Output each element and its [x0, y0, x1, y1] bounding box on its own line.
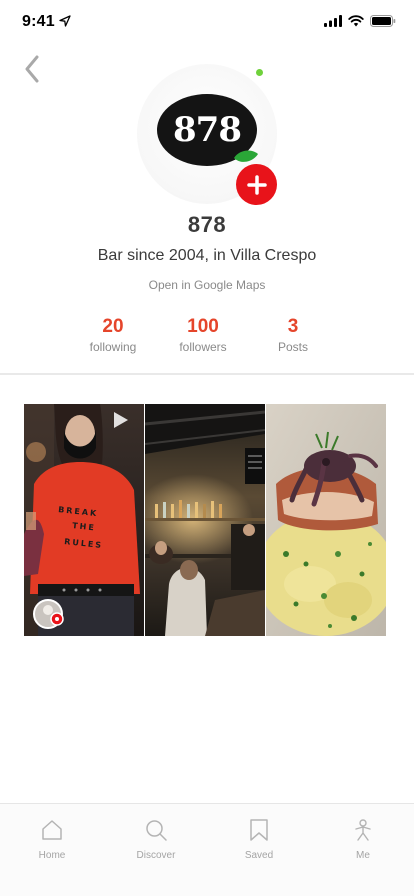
bottom-tab-bar: Home Discover Saved Me — [0, 803, 414, 896]
tab-me-label: Me — [356, 850, 370, 861]
posts-grid: BREAK THE RULES — [24, 404, 386, 636]
google-maps-link[interactable]: Open in Google Maps — [0, 278, 414, 292]
following-label: following — [89, 340, 137, 354]
stat-following[interactable]: 20 following — [68, 316, 158, 354]
online-status-dot — [256, 69, 263, 76]
status-bar: 9:41 — [0, 0, 414, 44]
tab-saved[interactable]: Saved — [219, 818, 299, 861]
following-count: 20 — [102, 316, 124, 337]
logo-text: 878 — [173, 110, 242, 150]
post-3-image — [266, 404, 386, 636]
tab-home-label: Home — [38, 850, 66, 861]
wifi-icon — [348, 15, 364, 27]
section-divider — [0, 373, 414, 375]
home-icon — [42, 820, 62, 840]
post-tile-video[interactable]: BREAK THE RULES — [24, 404, 144, 636]
follow-button[interactable] — [236, 164, 277, 205]
battery-icon — [370, 15, 396, 27]
profile-name: 878 — [187, 212, 227, 237]
person-icon — [355, 819, 371, 841]
post-2-image — [145, 404, 265, 636]
search-icon — [146, 820, 167, 841]
status-icons — [324, 15, 396, 27]
location-arrow-icon — [59, 15, 71, 27]
tab-home[interactable]: Home — [12, 818, 92, 861]
chevron-left-icon — [25, 55, 39, 83]
back-button[interactable] — [18, 52, 46, 86]
signal-icon — [324, 15, 342, 27]
tab-me[interactable]: Me — [323, 818, 403, 861]
post-1-image: BREAK THE RULES — [24, 404, 144, 636]
followers-count: 100 — [187, 316, 219, 337]
followers-label: followers — [179, 340, 227, 354]
tab-discover[interactable]: Discover — [116, 818, 196, 861]
stat-posts[interactable]: 3 Posts — [248, 316, 338, 354]
profile-stats: 20 following 100 followers 3 Posts — [0, 316, 414, 356]
tab-saved-label: Saved — [244, 850, 274, 861]
plus-icon — [246, 174, 267, 195]
posts-count: 3 — [287, 316, 299, 337]
status-time: 9:41 — [22, 13, 55, 30]
tab-discover-label: Discover — [136, 850, 176, 861]
posts-label: Posts — [277, 340, 308, 354]
bookmark-icon — [250, 819, 268, 841]
stat-followers[interactable]: 100 followers — [158, 316, 248, 354]
post-tile-bar-interior[interactable] — [145, 404, 265, 636]
profile-bio: Bar since 2004, in Villa Crespo — [97, 247, 317, 264]
post-tile-food[interactable] — [266, 404, 386, 636]
